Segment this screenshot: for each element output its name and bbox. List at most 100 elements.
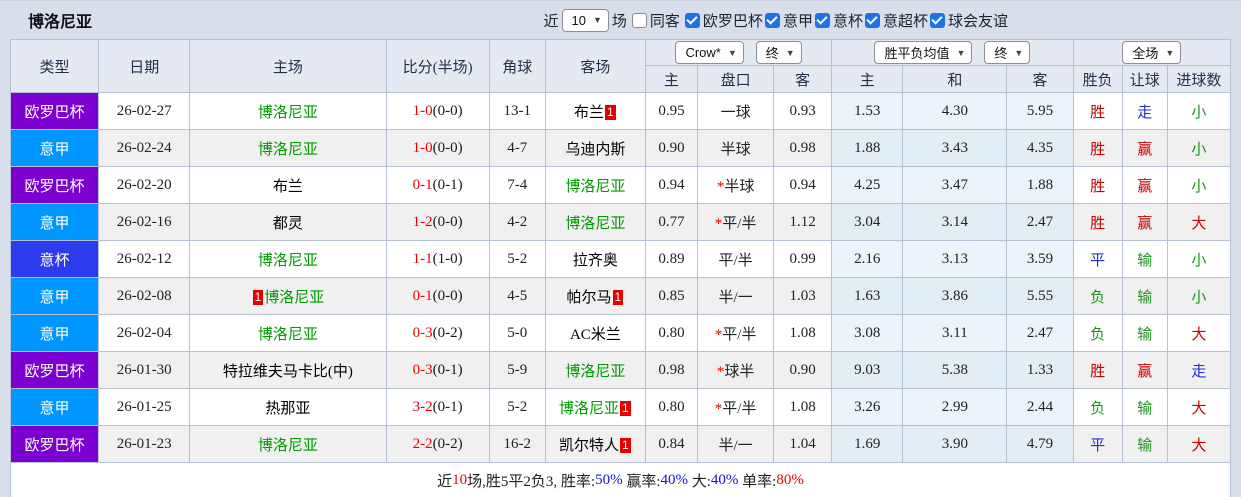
asia-away-odds: 0.98 (773, 129, 833, 167)
chevron-down-icon: ▼ (592, 15, 602, 25)
league-filter-label: 球会友谊 (947, 13, 1008, 30)
league-filter-checkbox[interactable]: 意超杯 (863, 10, 928, 31)
handicap-result: 走 (1121, 92, 1168, 130)
half-score: (0-2) (432, 324, 463, 341)
half-score: (0-1) (432, 361, 463, 378)
recent-count-select[interactable]: 10 ▼ (561, 8, 609, 32)
asia-away-odds: 0.94 (773, 166, 833, 204)
away-team: 博洛尼亚 (544, 351, 646, 389)
home-team: 博洛尼亚 (189, 92, 387, 130)
euro-away-odds: 5.95 (1006, 92, 1074, 130)
team-name: 乌迪内斯 (565, 141, 626, 158)
corner-score: 4-2 (488, 203, 546, 241)
win-draw-loss-result: 胜 (1072, 203, 1123, 241)
asia-away-odds: 1.12 (773, 203, 833, 241)
col-header-away: 客场 (544, 39, 646, 93)
euro-company-value: 胜平负均值 (884, 46, 950, 61)
goals-result: 小 (1166, 129, 1232, 167)
subcol-euro-draw: 和 (902, 65, 1008, 93)
match-date: 26-02-04 (98, 314, 191, 352)
euro-away-odds: 1.33 (1006, 351, 1074, 389)
score-cell: 0-1(0-1) (385, 166, 490, 204)
league-filter-checkbox[interactable]: 球会友谊 (928, 10, 1008, 31)
team-name: 博洛尼亚 (257, 252, 318, 269)
summary-segment: 40% (710, 471, 739, 488)
match-date: 26-01-25 (98, 388, 191, 426)
half-score: (0-0) (432, 139, 463, 156)
home-team: 都灵 (189, 203, 387, 241)
home-team: 1 博洛尼亚 (189, 277, 387, 315)
col-header-date: 日期 (98, 39, 191, 93)
euro-home-odds: 1.69 (831, 425, 904, 463)
home-team: 布兰 (189, 166, 387, 204)
league-filter-checkbox[interactable]: 意杯 (813, 10, 863, 31)
match-row: 意甲 26-02-16 都灵 1-2(0-0) 4-2 博洛尼亚 0.77 *平/半 1.12 3… (9, 203, 1232, 241)
euro-away-odds: 4.79 (1006, 425, 1074, 463)
euro-home-odds: 1.63 (831, 277, 904, 315)
team-name: 特拉维夫马卡比(中) (222, 363, 353, 380)
league-filter-label: 欧罗巴杯 (702, 13, 763, 30)
recent-label: 近 (543, 13, 559, 30)
checkbox-icon (814, 12, 830, 28)
red-card-badge: 1 (620, 437, 631, 453)
euro-time-select[interactable]: 终 ▼ (984, 41, 1031, 64)
euro-draw-odds: 2.99 (902, 388, 1008, 426)
asia-home-odds: 0.95 (644, 92, 699, 130)
euro-away-odds: 2.44 (1006, 388, 1074, 426)
star-mark: * (716, 178, 725, 195)
euro-home-odds: 9.03 (831, 351, 904, 389)
col-header-home: 主场 (189, 39, 387, 93)
scope-select[interactable]: 全场 ▼ (1122, 41, 1182, 64)
euro-away-odds: 3.59 (1006, 240, 1074, 278)
asia-away-odds: 0.90 (773, 351, 833, 389)
chevron-down-icon: ▼ (785, 47, 795, 58)
win-draw-loss-result: 平 (1072, 425, 1123, 463)
team-name: 博洛尼亚 (565, 178, 626, 195)
handicap-result: 赢 (1121, 129, 1168, 167)
euro-away-odds: 2.47 (1006, 314, 1074, 352)
home-team: 博洛尼亚 (189, 425, 387, 463)
goals-result: 走 (1166, 351, 1232, 389)
corner-score: 5-0 (488, 314, 546, 352)
score-cell: 0-1(0-0) (385, 277, 490, 315)
handicap-result: 输 (1121, 314, 1168, 352)
team-name: 拉齐奥 (572, 252, 618, 269)
asia-away-odds: 1.04 (773, 425, 833, 463)
subcol-asia-away: 客 (773, 65, 833, 93)
euro-home-odds: 2.16 (831, 240, 904, 278)
league-badge: 欧罗巴杯 (9, 351, 100, 389)
euro-company-select[interactable]: 胜平负均值 ▼ (874, 41, 973, 64)
league-badge: 意甲 (9, 277, 100, 315)
subcol-euro-home: 主 (831, 65, 904, 93)
same-away-checkbox[interactable]: 同客 (630, 10, 680, 31)
subcol-goals: 进球数 (1166, 65, 1232, 93)
subcol-result: 胜负 (1072, 65, 1123, 93)
page-title: 博洛尼亚 (28, 14, 93, 31)
euro-draw-odds: 3.43 (902, 129, 1008, 167)
summary-segment: 单率: (738, 473, 777, 490)
euro-away-odds: 2.47 (1006, 203, 1074, 241)
asia-company-select[interactable]: Crow* ▼ (675, 41, 744, 64)
home-team: 特拉维夫马卡比(中) (189, 351, 387, 389)
half-score: (0-2) (432, 435, 463, 452)
team-name: AC米兰 (569, 326, 621, 343)
summary-segment: 50% (595, 471, 623, 488)
scope-value: 全场 (1132, 46, 1159, 61)
score-cell: 1-2(0-0) (385, 203, 490, 241)
handicap-line: 一球 (697, 92, 775, 130)
col-header-score: 比分(半场) (385, 39, 490, 93)
summary-segment: 近 (437, 473, 453, 490)
checkbox-icon (929, 12, 945, 28)
recent-count-value: 10 (571, 12, 586, 28)
league-filter-checkbox[interactable]: 意甲 (763, 10, 813, 31)
euro-home-odds: 4.25 (831, 166, 904, 204)
goals-result: 大 (1166, 425, 1232, 463)
half-score: (0-1) (432, 176, 463, 193)
league-badge: 欧罗巴杯 (9, 425, 100, 463)
full-score: 3-2 (412, 398, 433, 415)
league-filter-checkbox[interactable]: 欧罗巴杯 (683, 10, 763, 31)
match-row: 意甲 26-02-24 博洛尼亚 1-0(0-0) 4-7 乌迪内斯 0.90 半球 0.98 1… (9, 129, 1232, 167)
match-row: 意甲 26-02-04 博洛尼亚 0-3(0-2) 5-0 AC米兰 0.80 *平/半 1.0… (9, 314, 1232, 352)
asia-time-select[interactable]: 终 ▼ (755, 41, 802, 64)
win-draw-loss-result: 平 (1072, 240, 1123, 278)
